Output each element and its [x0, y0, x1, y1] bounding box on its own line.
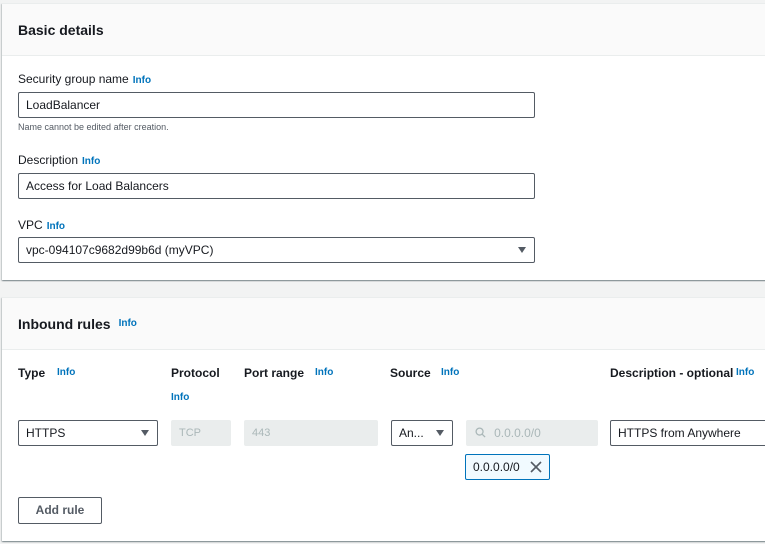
col-port-range-info-link[interactable]: Info — [315, 367, 333, 378]
rule-source-search-placeholder: 0.0.0.0/0 — [494, 426, 541, 440]
col-description-info-link[interactable]: Info — [736, 367, 754, 378]
col-protocol-info-link[interactable]: Info — [171, 392, 189, 403]
col-type-info-link[interactable]: Info — [57, 367, 75, 378]
rule-type-value: HTTPS — [26, 426, 66, 440]
basic-details-header: Basic details — [2, 4, 765, 56]
inbound-rules-title: Inbound rules — [18, 315, 111, 332]
inbound-rules-header: Inbound rules Info — [2, 298, 765, 350]
col-type-header: Type — [18, 366, 46, 380]
description-info-link[interactable]: Info — [82, 156, 100, 167]
col-protocol-header: Protocol — [171, 366, 220, 380]
rule-source-select[interactable]: An... — [391, 420, 453, 446]
description-label: Description — [18, 153, 79, 167]
vpc-info-link[interactable]: Info — [47, 221, 65, 232]
rule-type-select[interactable]: HTTPS — [18, 420, 158, 446]
sg-name-info-link[interactable]: Info — [133, 75, 151, 86]
source-token: 0.0.0.0/0 — [465, 454, 550, 480]
col-source-info-link[interactable]: Info — [441, 367, 459, 378]
caret-down-icon — [436, 430, 444, 436]
basic-details-panel: Basic details Security group name Info L… — [2, 3, 765, 280]
rule-source-search-input[interactable]: 0.0.0.0/0 — [466, 420, 598, 446]
description-input[interactable]: Access for Load Balancers — [18, 173, 535, 199]
rule-description-input[interactable]: HTTPS from Anywhere — [610, 420, 765, 446]
rule-port-range-field: 443 — [244, 420, 378, 446]
sg-name-label-row: Security group name Info — [18, 72, 151, 86]
vpc-label-row: VPC Info — [18, 218, 65, 232]
source-token-label: 0.0.0.0/0 — [473, 460, 520, 474]
sg-name-label: Security group name — [18, 72, 129, 86]
vpc-label: VPC — [18, 218, 43, 232]
col-port-range-header: Port range — [244, 366, 305, 380]
caret-down-icon — [141, 430, 149, 436]
description-label-row: Description Info — [18, 153, 100, 167]
inbound-rules-info-link[interactable]: Info — [119, 318, 137, 329]
search-icon — [475, 427, 486, 438]
col-source-header: Source — [390, 366, 431, 380]
sg-name-hint: Name cannot be edited after creation. — [18, 122, 169, 132]
close-icon[interactable] — [530, 461, 542, 473]
vpc-select[interactable]: vpc-094107c9682d99b6d (myVPC) — [18, 237, 535, 263]
rule-source-select-value: An... — [399, 426, 424, 440]
col-description-header: Description - optional — [610, 366, 734, 380]
inbound-rules-panel: Inbound rules Info Type Info Protocol In… — [2, 297, 765, 541]
vpc-select-value: vpc-094107c9682d99b6d (myVPC) — [26, 243, 214, 257]
rule-protocol-field: TCP — [171, 420, 231, 446]
basic-details-title: Basic details — [18, 21, 104, 38]
caret-down-icon — [518, 247, 526, 253]
add-rule-button[interactable]: Add rule — [18, 497, 102, 524]
sg-name-input[interactable]: LoadBalancer — [18, 92, 535, 118]
